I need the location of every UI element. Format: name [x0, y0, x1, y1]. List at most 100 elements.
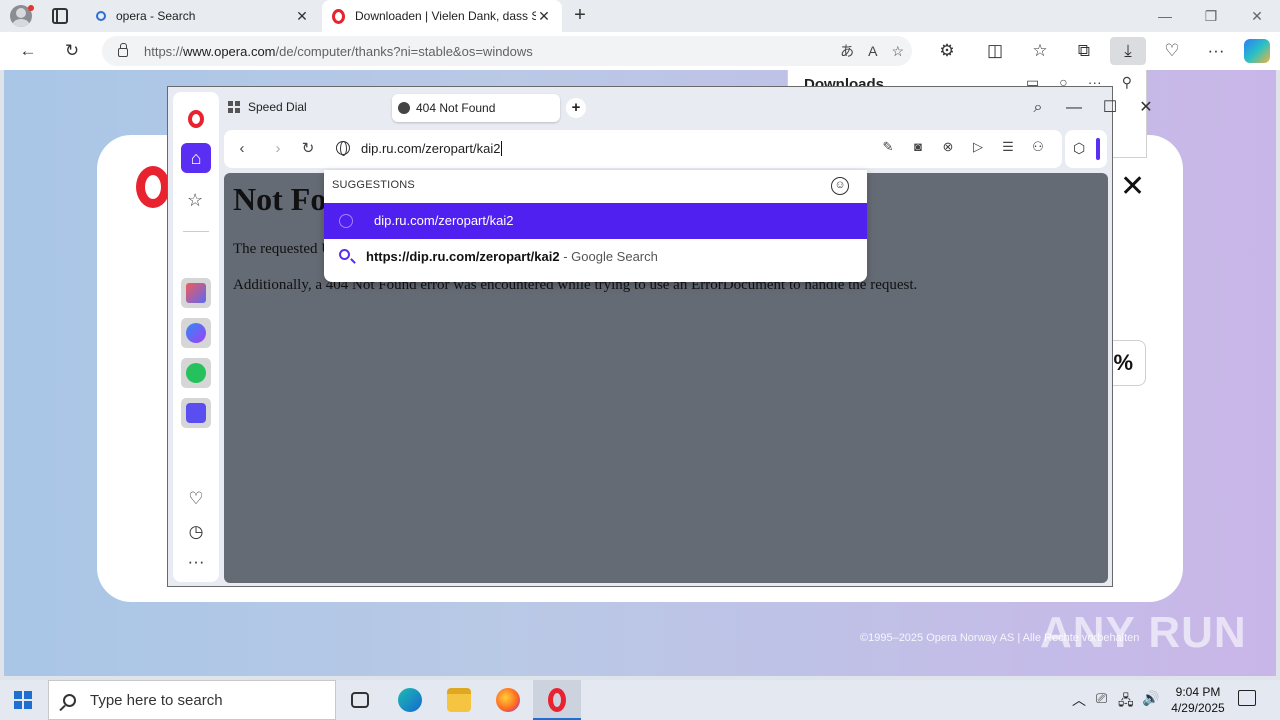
opera-menu-icon[interactable] [188, 110, 204, 128]
maximize-button[interactable]: ☐ [1098, 96, 1122, 120]
opera-taskbar-icon[interactable] [533, 680, 581, 720]
opera-tab-active[interactable]: 404 Not Found [392, 94, 560, 122]
adblock-icon[interactable]: ⊗ [940, 139, 956, 155]
site-info-globe-icon[interactable] [336, 141, 350, 156]
firefox-icon[interactable] [484, 680, 532, 720]
edge-taskbar-icon[interactable] [386, 680, 434, 720]
browser-essentials-icon[interactable]: ♡ [1158, 37, 1186, 65]
globe-icon [339, 214, 353, 228]
extensions-area: ⬡ [1065, 130, 1107, 168]
windows-taskbar: Type here to search ︿ ⎚ 🖧 🔊 9:04 PM 4/29… [0, 680, 1280, 720]
edge-address-bar[interactable]: https://www.opera.com/de/computer/thanks… [102, 36, 912, 66]
url-path: /de/computer/thanks?ni=stable&os=windows [275, 43, 533, 59]
minimize-button[interactable]: — [1142, 0, 1188, 32]
speed-dial-tab[interactable]: Speed Dial [228, 100, 307, 114]
split-screen-icon[interactable]: ◫ [981, 37, 1009, 65]
opera-address-bar: ‹ › ↻ dip.ru.com/zeropart/kai2 ✎ ◙ ⊗ ▷ ☰… [224, 130, 1062, 168]
network-icon[interactable]: 🖧 [1118, 690, 1134, 714]
url-host: www.opera.com [183, 43, 276, 59]
downloads-icon[interactable]: ⤓ [1110, 37, 1146, 65]
opera-icon [332, 8, 345, 24]
easy-setup-icon[interactable]: ☰ [1000, 139, 1016, 155]
close-window-button[interactable]: ✕ [1234, 0, 1280, 32]
speed-dial-grid-icon [228, 101, 240, 113]
url-prefix: https:// [144, 43, 184, 59]
flow-send-icon[interactable]: ▷ [970, 139, 986, 155]
emoji-smile-icon[interactable]: ☺ [831, 177, 849, 195]
refresh-icon[interactable]: ↻ [58, 37, 86, 65]
new-tab-button[interactable]: + [566, 98, 586, 118]
close-window-button[interactable]: ✕ [1134, 96, 1158, 120]
bookmarks-star-icon[interactable]: ☆ [187, 190, 203, 211]
edit-icon[interactable]: ✎ [880, 139, 896, 155]
messenger-icon[interactable] [181, 318, 211, 348]
reload-icon[interactable]: ↻ [298, 139, 318, 159]
heart-icon[interactable]: ♡ [173, 489, 219, 509]
meet-now-icon[interactable]: ⎚ [1096, 690, 1107, 707]
tab-actions-icon[interactable] [52, 8, 68, 24]
extensions-icon[interactable]: ⚙ [933, 37, 961, 65]
suggestion-item[interactable]: https://dip.ru.com/zeropart/kai2 - Googl… [324, 239, 867, 275]
search-icon [96, 11, 106, 21]
close-tab-icon[interactable]: ✕ [536, 8, 552, 25]
back-arrow-icon[interactable]: ‹ [232, 139, 252, 159]
history-clock-icon[interactable]: ◷ [173, 522, 219, 542]
music-player-icon[interactable] [181, 398, 211, 428]
favorites-icon[interactable]: ☆ [1026, 37, 1054, 65]
search-icon [63, 693, 76, 707]
edge-toolbar: ← ↻ https://www.opera.com/de/computer/th… [0, 32, 1280, 70]
edge-tab-downloaden[interactable]: Downloaden | Vielen Dank, dass Sie ✕ [322, 0, 562, 32]
home-icon[interactable] [181, 143, 211, 173]
account-icon[interactable]: ⚇ [1030, 139, 1046, 155]
search-icon[interactable]: ⌕ [1026, 96, 1050, 120]
sidebar-toggle-indicator[interactable] [1096, 138, 1100, 160]
copilot-icon[interactable] [1244, 39, 1270, 63]
suggestion-text: dip.ru.com/zeropart/kai2 [374, 213, 514, 228]
clock-time: 9:04 PM [1175, 685, 1221, 699]
translate-icon[interactable]: あ [840, 41, 854, 61]
file-explorer-icon[interactable] [435, 680, 483, 720]
restore-button[interactable]: ❐ [1188, 0, 1234, 32]
opera-logo-icon [136, 166, 170, 208]
edge-tab-search[interactable]: opera - Search ✕ [86, 0, 320, 32]
volume-icon[interactable]: 🔊 [1142, 690, 1159, 707]
speed-dial-label: Speed Dial [248, 100, 307, 114]
globe-icon [398, 102, 410, 114]
search-icon [339, 249, 350, 260]
notifications-icon[interactable] [1238, 690, 1256, 706]
more-menu-icon[interactable]: ··· [1202, 37, 1230, 65]
suggestion-suffix: - Google Search [559, 249, 658, 264]
pin-icon[interactable]: ⚲ [1122, 74, 1132, 91]
read-aloud-icon[interactable]: A [868, 43, 877, 59]
profile-notification-dot [28, 5, 34, 11]
edge-tab-strip: opera - Search ✕ Downloaden | Vielen Dan… [0, 0, 1280, 32]
lock-icon[interactable] [118, 43, 128, 57]
url-input[interactable]: dip.ru.com/zeropart/kai2 [361, 141, 502, 156]
task-view-icon[interactable] [336, 680, 384, 720]
tab-title: Downloaden | Vielen Dank, dass Sie [355, 9, 536, 23]
more-sidebar-icon[interactable]: ··· [173, 552, 219, 572]
collections-icon[interactable]: ⧉ [1070, 37, 1098, 65]
new-tab-button[interactable]: + [568, 4, 592, 28]
clock-date: 4/29/2025 [1171, 701, 1225, 715]
windows-start-icon[interactable] [14, 691, 32, 709]
close-tab-icon[interactable]: ✕ [294, 8, 310, 25]
whatsapp-icon[interactable] [181, 358, 211, 388]
aria-app-icon[interactable] [181, 278, 211, 308]
opera-browser-window: ☆ ♡ ◷ ··· Speed Dial 404 Not Found + ⌕ —… [167, 86, 1153, 587]
close-dialog-icon[interactable]: ✕ [1120, 172, 1145, 202]
minimize-button[interactable]: — [1062, 96, 1086, 120]
extensions-cube-icon[interactable]: ⬡ [1073, 140, 1085, 157]
back-arrow-icon[interactable]: ← [14, 37, 42, 65]
suggestion-item[interactable]: dip.ru.com/zeropart/kai2 [324, 203, 867, 239]
snapshot-camera-icon[interactable]: ◙ [910, 139, 926, 155]
taskbar-search-box[interactable]: Type here to search [48, 680, 336, 720]
tab-title: 404 Not Found [416, 101, 496, 115]
tray-chevron-icon[interactable]: ︿ [1072, 690, 1086, 710]
suggestion-text: https://dip.ru.com/zeropart/kai2 [366, 249, 560, 264]
favorite-star-icon[interactable]: ☆ [891, 43, 904, 60]
forward-arrow-icon[interactable]: › [268, 139, 288, 159]
opera-tab-strip: Speed Dial 404 Not Found + ⌕ — ☐ ✕ [224, 92, 1153, 124]
taskbar-clock[interactable]: 9:04 PM 4/29/2025 [1160, 684, 1236, 716]
address-suggestions-dropdown: SUGGESTIONS ☺ dip.ru.com/zeropart/kai2 h… [324, 170, 867, 282]
